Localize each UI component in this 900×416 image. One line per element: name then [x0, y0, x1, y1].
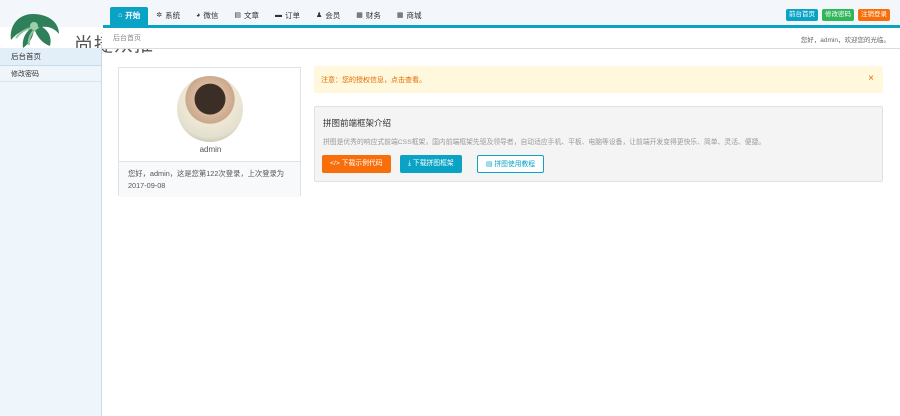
nav-tab-start[interactable]: ⌂ 开始 — [110, 7, 149, 25]
logo-icon — [10, 14, 59, 48]
panel-description: 拼图是优秀的响应式前端CSS框架，国内前端框架先驱及领导者，自动适应手机、平板、… — [323, 139, 766, 146]
notice-alert: 注意：您的授权信息，点击查看。 × — [314, 66, 883, 93]
finance-icon: ▦ — [356, 12, 363, 19]
login-info: 您好，admin，这是您第122次登录，上次登录为 2017-09-08 — [128, 169, 285, 190]
main-nav: ⌂ 开始 ✲ 系统 ◕ 微信 ▤ 文章 ▬ 订单 ♟ 会员 ▦ 财务 ▦ 商城 — [110, 7, 430, 26]
code-icon: </> — [330, 160, 342, 167]
user-icon: ♟ — [315, 12, 323, 19]
intro-panel: 拼图前端框架介绍 拼图是优秀的响应式前端CSS框架，国内前端框架先驱及领导者，自… — [314, 106, 883, 182]
sidebar-group-home[interactable]: 后台首页 — [0, 48, 101, 66]
wechat-icon: ◕ — [196, 12, 201, 19]
button-label: 下载拼图框架 — [412, 160, 454, 167]
home-icon: ⌂ — [118, 12, 123, 19]
nav-tab-wechat[interactable]: ◕ 微信 — [188, 7, 226, 25]
order-icon: ▬ — [274, 12, 282, 19]
download-code-button[interactable]: </> 下载示例代码 — [322, 155, 391, 173]
nav-tab-label: 开始 — [125, 11, 141, 20]
logout-button[interactable]: 注销登录 — [858, 9, 890, 21]
button-label: 下载示例代码 — [341, 160, 383, 167]
sidebar: 后台首页 修改密码 — [0, 48, 102, 416]
nav-tab-label: 财务 — [365, 11, 381, 20]
nav-tab-member[interactable]: ♟ 会员 — [308, 7, 348, 25]
panel-title: 拼图前端框架介绍 — [323, 118, 392, 128]
nav-tab-label: 文章 — [243, 11, 259, 20]
notice-text[interactable]: 注意：您的授权信息，点击查看。 — [321, 75, 426, 85]
change-password-button[interactable]: 修改密码 — [822, 9, 854, 21]
profile-footer: 您好，admin，这是您第122次登录，上次登录为 2017-09-08 — [119, 161, 300, 197]
nav-tab-system[interactable]: ✲ 系统 — [148, 7, 188, 25]
front-home-button[interactable]: 前台首页 — [786, 9, 818, 21]
nav-tab-label: 订单 — [284, 11, 300, 20]
nav-tab-label: 系统 — [165, 11, 181, 20]
nav-tab-label: 会员 — [325, 11, 341, 20]
breadcrumb[interactable]: 后台首页 — [113, 33, 141, 43]
nav-tab-order[interactable]: ▬ 订单 — [267, 7, 308, 25]
shop-icon: ▦ — [396, 12, 404, 19]
download-framework-button[interactable]: ⤓ 下载拼图框架 — [400, 155, 462, 173]
gear-icon: ✲ — [156, 12, 163, 19]
file-icon: ▤ — [234, 12, 241, 19]
nav-tab-shop[interactable]: ▦ 商城 — [389, 7, 430, 25]
docs-button[interactable]: ▤ 拼图使用教程 — [477, 155, 545, 173]
nav-tab-label: 商城 — [406, 11, 422, 20]
nav-tab-article[interactable]: ▤ 文章 — [226, 7, 267, 25]
button-label: 拼图使用教程 — [494, 161, 536, 168]
avatar — [177, 76, 243, 142]
nav-tab-label: 微信 — [203, 11, 219, 20]
profile-username: admin — [199, 145, 222, 154]
profile-card: admin 您好，admin，这是您第122次登录，上次登录为 2017-09-… — [118, 67, 301, 197]
sidebar-item-change-password[interactable]: 修改密码 — [0, 67, 101, 82]
close-icon[interactable]: × — [868, 73, 874, 84]
welcome-text: 您好，admin，欢迎您的光临。 — [800, 37, 890, 44]
nav-tab-finance[interactable]: ▦ 财务 — [348, 7, 389, 25]
breadcrumb-bar: 后台首页 您好，admin，欢迎您的光临。 — [102, 28, 900, 49]
